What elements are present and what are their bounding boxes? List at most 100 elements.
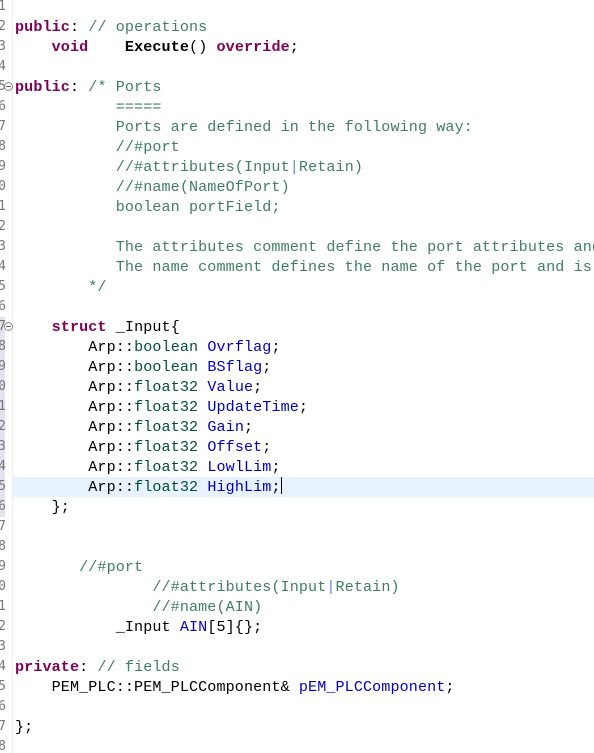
code-line[interactable]: 8 — [0, 537, 594, 557]
code-line[interactable]: 7}; — [0, 717, 594, 737]
code-line[interactable]: 6 — [0, 697, 594, 717]
plain-token: ; — [243, 418, 254, 436]
field-token: LowlLim — [207, 458, 272, 476]
line-number: 3 — [0, 39, 6, 54]
code-text: //#name(NameOfPort) — [15, 177, 290, 197]
code-line[interactable]: 8 //#port — [0, 137, 594, 157]
plain-token: Arp:: — [15, 418, 135, 436]
plain-token: ; — [271, 478, 281, 496]
code-line[interactable]: 7 — [0, 517, 594, 537]
line-number: 4 — [0, 659, 6, 674]
type-token: float32 — [134, 478, 199, 496]
code-line[interactable]: 5 PEM_PLC::PEM_PLCComponent& pEM_PLCComp… — [0, 677, 594, 697]
line-number: 5 — [0, 279, 6, 294]
line-number: 0 — [0, 579, 6, 594]
code-line[interactable]: 3 void Execute() override; — [0, 37, 594, 57]
code-line[interactable]: 3 The attributes comment define the port… — [0, 237, 594, 257]
code-line[interactable]: 9 //#port — [0, 557, 594, 577]
comment-token: /* Ports — [88, 78, 162, 96]
fold-collapse-icon[interactable] — [4, 82, 13, 91]
keyword-token: override — [216, 38, 290, 56]
code-line[interactable]: 1 — [0, 0, 594, 17]
plain-token: _Input{ — [106, 318, 180, 336]
code-text: //#attributes(Input|Retain) — [15, 157, 363, 177]
code-line[interactable]: 7 Ports are defined in the following way… — [0, 117, 594, 137]
code-line[interactable]: 4 — [0, 57, 594, 77]
comment-token: //#name(NameOfPort) — [15, 178, 290, 196]
code-text: //#attributes(Input|Retain) — [15, 577, 400, 597]
field-token: UpdateTime — [207, 398, 299, 416]
code-line[interactable]: 8 Arp::boolean Ovrflag; — [0, 337, 594, 357]
line-number: 6 — [0, 299, 6, 314]
code-line[interactable]: 7 struct _Input{ — [0, 317, 594, 337]
plain-token: }; — [15, 498, 70, 516]
code-line[interactable]: 4 The name comment defines the name of t… — [0, 257, 594, 277]
code-line[interactable]: 1 //#name(AIN) — [0, 597, 594, 617]
code-line[interactable]: 4 Arp::float32 LowlLim; — [0, 457, 594, 477]
code-text: private: // fields — [15, 657, 180, 677]
code-line-current[interactable]: 5 Arp::float32 HighLim; — [0, 477, 594, 497]
line-number: 3 — [0, 239, 6, 254]
code-text: Arp::boolean Ovrflag; — [15, 337, 281, 357]
line-number: 0 — [0, 379, 6, 394]
line-number: 5 — [0, 479, 6, 494]
line-number: 3 — [0, 439, 6, 454]
separator-token: | — [289, 158, 299, 176]
code-line[interactable]: 5 public: /* Ports — [0, 77, 594, 97]
line-number: 8 — [0, 139, 6, 154]
code-line[interactable]: 0 //#name(NameOfPort) — [0, 177, 594, 197]
code-area[interactable]: 1 2 public: // operations 3 void Execute() … — [0, 0, 594, 753]
code-line[interactable]: 9 Arp::boolean BSflag; — [0, 357, 594, 377]
line-number: 7 — [0, 719, 6, 734]
comment-token: // fields — [97, 658, 180, 676]
code-line[interactable]: 8 — [0, 737, 594, 753]
line-number: 8 — [0, 539, 6, 554]
line-number: 2 — [0, 619, 6, 634]
keyword-token: public — [15, 18, 70, 36]
code-line[interactable]: 2 — [0, 217, 594, 237]
code-line[interactable]: 5 */ — [0, 277, 594, 297]
field-token: pEM_PLCComponent — [298, 678, 446, 696]
code-line[interactable]: 0 Arp::float32 Value; — [0, 377, 594, 397]
code-line[interactable]: 2 _Input AIN[5]{}; — [0, 617, 594, 637]
keyword-token: private — [15, 658, 80, 676]
code-line[interactable]: 3 Arp::float32 Offset; — [0, 437, 594, 457]
comment-token: //#attributes(Input — [15, 578, 327, 596]
line-number: 1 — [0, 399, 6, 414]
plain-token: ; — [298, 398, 309, 416]
code-editor[interactable]: 1 2 public: // operations 3 void Execute() … — [0, 0, 594, 753]
fold-collapse-icon[interactable] — [4, 322, 13, 331]
line-number: 2 — [0, 219, 6, 234]
code-line[interactable]: 1 boolean portField; — [0, 197, 594, 217]
line-number: 2 — [0, 19, 6, 34]
code-line[interactable]: 2 Arp::float32 Gain; — [0, 417, 594, 437]
code-line[interactable]: 4 private: // fields — [0, 657, 594, 677]
plain-token: Arp:: — [15, 398, 135, 416]
text-cursor — [280, 477, 282, 494]
code-line[interactable]: 9 //#attributes(Input|Retain) — [0, 157, 594, 177]
code-line[interactable]: 6 }; — [0, 497, 594, 517]
code-line[interactable]: 0 //#attributes(Input|Retain) — [0, 577, 594, 597]
code-text: }; — [15, 717, 33, 737]
line-number: 4 — [0, 259, 6, 274]
code-line[interactable]: 6 — [0, 297, 594, 317]
line-number: 2 — [0, 419, 6, 434]
comment-token: //#name(AIN) — [15, 598, 263, 616]
field-token: Gain — [207, 418, 244, 436]
code-line[interactable]: 3 — [0, 637, 594, 657]
code-line[interactable]: 2 public: // operations — [0, 17, 594, 37]
code-text: Arp::float32 Offset; — [15, 437, 271, 457]
plain-token: [5]{}; — [207, 618, 263, 636]
line-number: 1 — [0, 599, 6, 614]
line-number: 9 — [0, 559, 6, 574]
comment-token: //#port — [15, 138, 180, 156]
code-text: Arp::float32 Value; — [15, 377, 262, 397]
field-token: Ovrflag — [207, 338, 272, 356]
type-token: float32 — [134, 418, 199, 436]
code-line[interactable]: 1 Arp::float32 UpdateTime; — [0, 397, 594, 417]
code-line[interactable]: 6 ===== — [0, 97, 594, 117]
type-token: float32 — [134, 398, 199, 416]
